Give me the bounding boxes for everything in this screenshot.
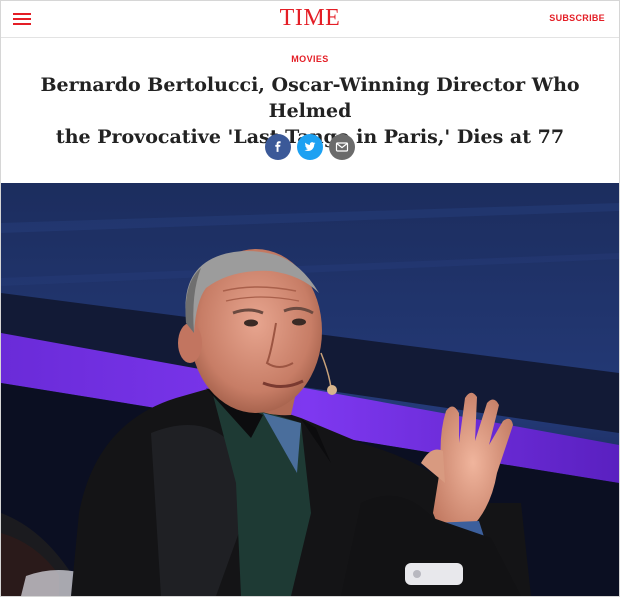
site-header: TIME SUBSCRIBE	[1, 1, 619, 38]
article-header: MOVIES Bernardo Bertolucci, Oscar-Winnin…	[1, 38, 619, 183]
twitter-icon	[304, 142, 316, 151]
section-label[interactable]: MOVIES	[1, 54, 619, 64]
article-page: TIME SUBSCRIBE MOVIES Bernardo Bertolucc…	[0, 0, 620, 597]
email-icon	[335, 142, 349, 152]
time-logo[interactable]: TIME	[1, 6, 619, 30]
hero-image	[1, 183, 619, 596]
facebook-share-button[interactable]	[265, 134, 291, 160]
share-bar	[1, 134, 619, 160]
facebook-icon	[275, 141, 281, 152]
email-share-button[interactable]	[329, 134, 355, 160]
headline-line-1: Bernardo Bertolucci, Oscar-Winning Direc…	[40, 74, 580, 122]
photo-of-bernardo-bertolucci	[1, 183, 619, 596]
twitter-share-button[interactable]	[297, 134, 323, 160]
subscribe-link[interactable]: SUBSCRIBE	[549, 13, 605, 23]
